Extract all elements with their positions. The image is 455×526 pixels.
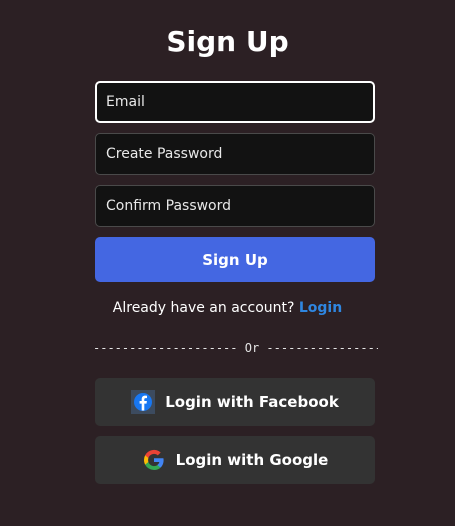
divider-text: Or	[244, 341, 260, 355]
or-divider: -------------------- Or ----------------…	[93, 339, 378, 357]
google-button-label: Login with Google	[175, 451, 329, 469]
facebook-button-label: Login with Facebook	[165, 393, 339, 411]
login-with-facebook-button[interactable]: Login with Facebook	[95, 378, 375, 426]
email-field[interactable]	[95, 81, 375, 123]
confirm-password-field[interactable]	[95, 185, 375, 227]
page-title: Sign Up	[166, 25, 289, 58]
create-password-field[interactable]	[95, 133, 375, 175]
login-prompt: Already have an account? Login	[0, 298, 455, 318]
login-link[interactable]: Login	[299, 300, 342, 316]
sign-up-button[interactable]: Sign Up	[95, 237, 375, 282]
facebook-icon	[131, 390, 156, 414]
divider-line-right: --------------------	[266, 341, 378, 355]
login-with-google-button[interactable]: Login with Google	[95, 436, 375, 484]
divider-line-left: --------------------	[93, 341, 238, 355]
account-prompt-text: Already have an account?	[112, 300, 295, 316]
google-icon	[142, 448, 166, 472]
